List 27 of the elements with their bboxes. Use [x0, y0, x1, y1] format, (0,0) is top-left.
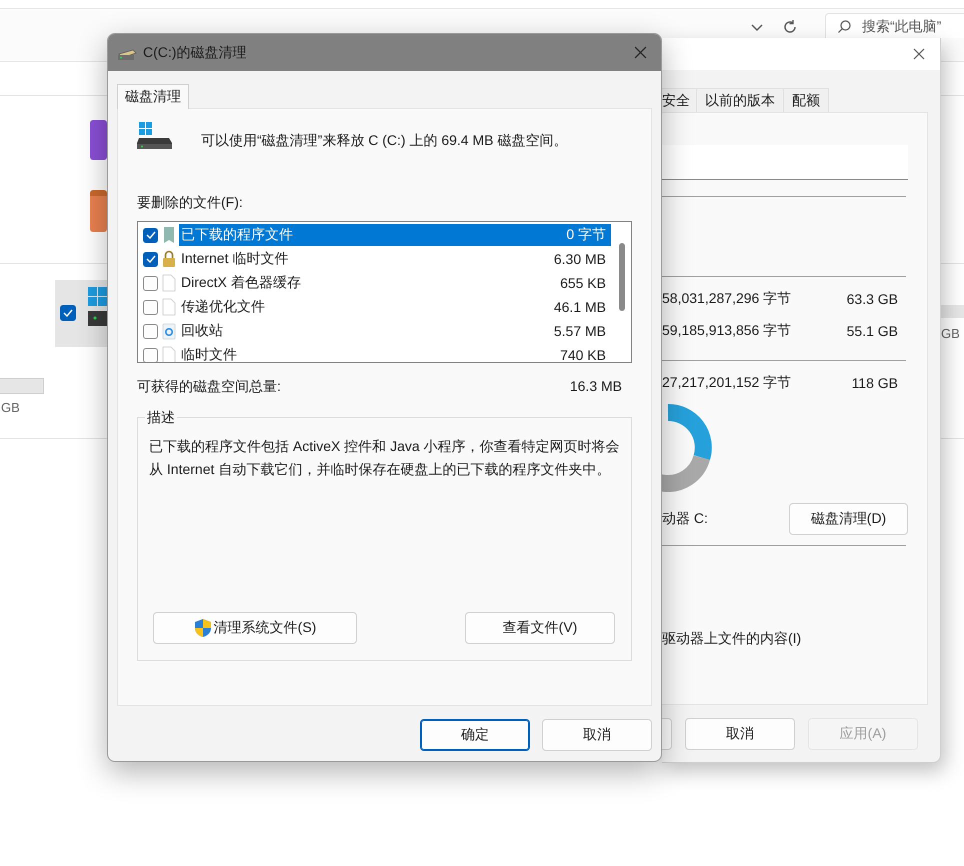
- file-size: 655 KB: [560, 275, 606, 291]
- capacity-text: GB: [1, 400, 20, 415]
- file-name: 临时文件: [181, 346, 237, 362]
- size-value: 63.3 GB: [846, 291, 898, 307]
- file-size: 740 KB: [560, 347, 606, 362]
- file-name: 回收站: [181, 322, 223, 340]
- total-label: 可获得的磁盘空间总量:: [137, 377, 281, 396]
- bytes-value: 59,185,913,856 字节: [662, 322, 792, 340]
- bytes-value: 58,031,287,296 字节: [662, 290, 792, 308]
- file-size: 5.57 MB: [554, 323, 606, 339]
- dialog-title: C(C:)的磁盘清理: [143, 44, 246, 62]
- file-size: 6.30 MB: [554, 251, 606, 267]
- file-name: 传递优化文件: [181, 298, 265, 316]
- file-size: 46.1 MB: [554, 299, 606, 315]
- bytes-value: 27,217,201,152 字节: [662, 374, 792, 392]
- size-value: 118 GB: [852, 375, 898, 391]
- capacity-text: GB: [941, 326, 960, 341]
- file-size: 0 字节: [566, 226, 606, 244]
- total-value: 16.3 MB: [570, 377, 622, 396]
- file-name: 已下载的程序文件: [181, 226, 293, 244]
- file-name: Internet 临时文件: [181, 250, 288, 268]
- file-name: DirectX 着色器缓存: [181, 274, 301, 292]
- intro-text: 可以使用“磁盘清理”来释放 C (C:) 上的 69.4 MB 磁盘空间。: [201, 131, 568, 150]
- size-value: 55.1 GB: [846, 323, 898, 339]
- files-label: 要删除的文件(F):: [137, 193, 244, 212]
- description-text: 已下载的程序文件包括 ActiveX 控件和 Java 小程序，你查看特定网页时将会从 Internet 自动下载它们，并临时保存在硬盘上的已下载的程序文件夹中。: [149, 437, 621, 479]
- drive-label: 动器 C:: [662, 510, 708, 528]
